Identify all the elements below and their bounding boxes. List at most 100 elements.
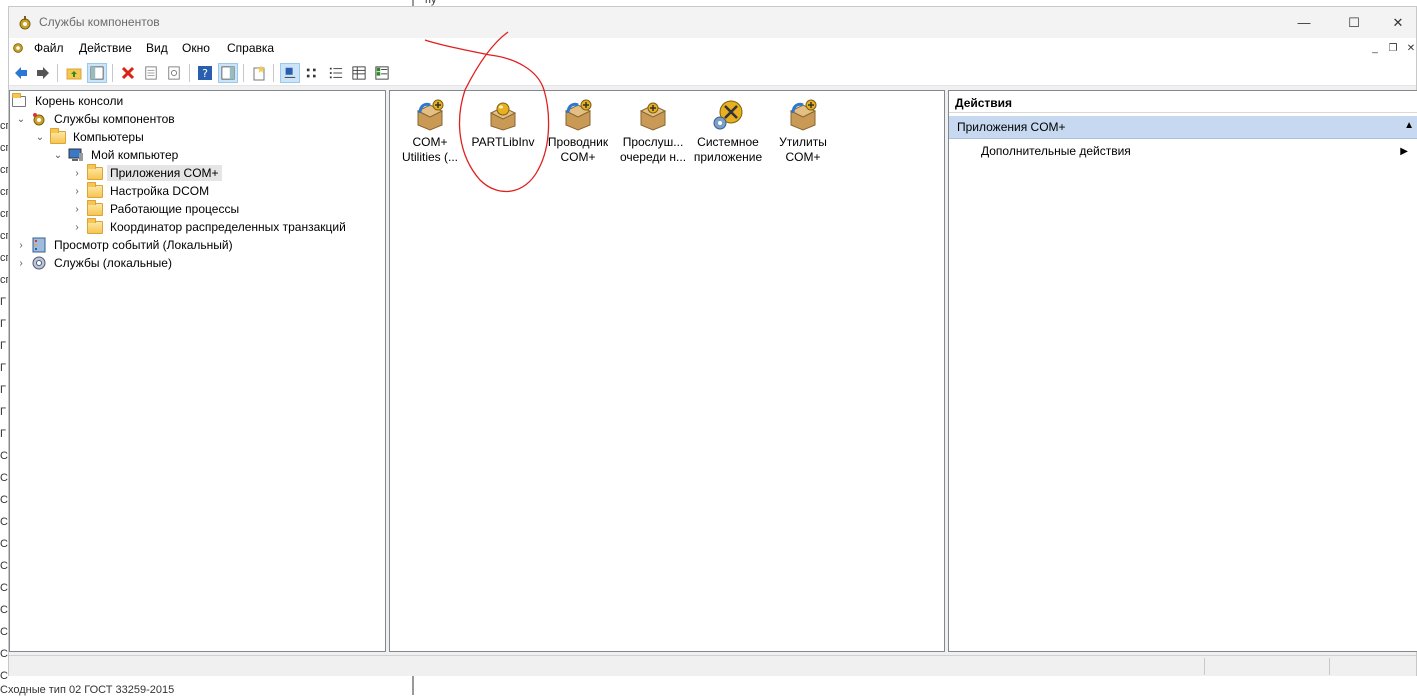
delete-button[interactable] <box>118 63 138 83</box>
mdi-minimize-button[interactable]: _ <box>1367 40 1383 58</box>
delete-x-icon <box>121 66 135 80</box>
component-services-icon <box>19 16 31 30</box>
com-app-box-icon <box>416 99 444 131</box>
com-app-item[interactable]: Утилиты COM+ <box>764 99 842 165</box>
menu-bar: Файл Действие Вид Окно Справка <box>9 38 1416 60</box>
svg-text:?: ? <box>202 67 208 80</box>
view-details-button[interactable] <box>349 63 369 83</box>
background-text-fragment: С <box>0 670 8 682</box>
chevron-down-icon[interactable]: ⌄ <box>15 114 27 125</box>
minimize-button[interactable]: — <box>1281 7 1327 38</box>
chevron-right-icon[interactable]: › <box>71 204 83 215</box>
background-text-fragment: сп <box>0 208 8 220</box>
background-text-fragment: Г <box>0 384 6 396</box>
tree-item-component-services[interactable]: ⌄ Службы компонентов <box>15 110 178 128</box>
view-list-button[interactable] <box>326 63 346 83</box>
menu-action[interactable]: Действие <box>79 41 132 55</box>
menu-view[interactable]: Вид <box>146 41 168 55</box>
chevron-down-icon[interactable]: ⌄ <box>34 132 46 143</box>
large-icons-icon <box>284 67 296 78</box>
services-gear-icon <box>32 256 46 270</box>
chevron-right-icon[interactable]: › <box>71 186 83 197</box>
more-actions-item[interactable]: Дополнительные действия ▶ <box>981 144 1411 158</box>
com-applications-view[interactable]: COM+ Utilities (... PARTLibInv Проводник C… <box>389 90 945 652</box>
folder-icon <box>87 200 103 217</box>
properties-button[interactable] <box>141 63 161 83</box>
menu-help[interactable]: Справка <box>227 41 274 55</box>
collapse-arrow-icon[interactable]: ▲ <box>1404 120 1414 131</box>
com-app-item[interactable]: COM+ Utilities (... <box>391 99 469 165</box>
chevron-down-icon[interactable]: ⌄ <box>52 150 64 161</box>
background-window-left: спспспспспспспспГГГГГГГССССССССССС <box>0 0 8 695</box>
background-text-fragment: С <box>0 472 8 484</box>
tree-item-console-root[interactable]: Корень консоли <box>12 92 126 110</box>
help-button[interactable]: ? <box>195 63 215 83</box>
tree-item-services-local[interactable]: › Службы (локальные) <box>15 254 175 272</box>
background-text-fragment: С <box>0 494 8 506</box>
menu-file[interactable]: Файл <box>34 41 64 55</box>
component-services-window: Службы компонентов — ☐ ✕ Файл Действие В… <box>8 6 1417 676</box>
chevron-right-icon[interactable]: › <box>15 240 27 251</box>
background-text-fragment: сп <box>0 186 8 198</box>
actions-section-com-applications[interactable]: Приложения COM+ ▲ <box>949 116 1417 139</box>
view-small-icons-button[interactable] <box>303 63 323 83</box>
tree-item-event-viewer[interactable]: › Просмотр событий (Локальный) <box>15 236 236 254</box>
com-app-item[interactable]: Прослуш... очереди н... <box>614 99 692 165</box>
tree-item-my-computer[interactable]: ⌄ Мой компьютер <box>52 146 181 164</box>
background-text-fragment: С <box>0 648 8 660</box>
title-bar[interactable]: Службы компонентов — ☐ ✕ <box>9 7 1416 38</box>
chevron-right-icon[interactable]: › <box>71 222 83 233</box>
view-custom-button[interactable] <box>372 63 392 83</box>
show-hide-actions-button[interactable] <box>218 63 238 83</box>
chevron-right-icon[interactable]: › <box>71 168 83 179</box>
background-text-fragment: С <box>0 626 8 638</box>
tree-item-computers[interactable]: ⌄ Компьютеры <box>34 128 147 146</box>
up-level-button[interactable] <box>64 63 84 83</box>
menu-icon[interactable] <box>11 41 25 58</box>
submenu-arrow-icon: ▶ <box>1400 146 1408 157</box>
com-app-item-partlibinv[interactable]: PARTLibInv <box>464 99 542 150</box>
background-text-fragment: сп <box>0 230 8 242</box>
refresh-icon <box>168 66 180 80</box>
show-hide-tree-button[interactable] <box>87 63 107 83</box>
background-text-fragment: Г <box>0 340 6 352</box>
close-button[interactable]: ✕ <box>1375 7 1417 38</box>
event-viewer-icon <box>32 237 46 253</box>
forward-button[interactable] <box>33 63 53 83</box>
background-text-fragment: сп <box>0 252 8 264</box>
console-tree-icon <box>90 66 104 80</box>
menu-window[interactable]: Окно <box>182 41 210 55</box>
tree-item-com-applications[interactable]: › Приложения COM+ <box>71 164 222 182</box>
background-text-fragment: С <box>0 560 8 572</box>
background-text-fragment: Г <box>0 362 6 374</box>
com-app-item[interactable]: Проводник COM+ <box>539 99 617 165</box>
tree-item-running-processes[interactable]: › Работающие процессы <box>71 200 242 218</box>
maximize-button[interactable]: ☐ <box>1331 7 1377 38</box>
mdi-restore-button[interactable]: ❐ <box>1385 40 1401 58</box>
back-arrow-icon <box>15 67 27 79</box>
com-app-box-icon <box>639 102 667 131</box>
status-view-icon <box>375 66 389 80</box>
system-app-icon <box>713 100 743 130</box>
refresh-button[interactable] <box>164 63 184 83</box>
background-text-bottom: Сходные тип 02 ГОСТ 33259-2015 <box>0 684 175 696</box>
chevron-right-icon[interactable]: › <box>15 258 27 269</box>
view-large-icons-button[interactable] <box>280 63 300 83</box>
mdi-close-button[interactable]: ✕ <box>1403 40 1417 58</box>
com-app-item[interactable]: Системное приложение <box>689 99 767 165</box>
console-tree[interactable]: Корень консоли ⌄ Службы компонентов ⌄ Ко… <box>9 90 386 652</box>
actions-pane: Действия Приложения COM+ ▲ Дополнительны… <box>948 90 1417 652</box>
new-item-button[interactable] <box>249 63 269 83</box>
back-button[interactable] <box>11 63 31 83</box>
help-icon: ? <box>198 66 212 80</box>
folder-icon <box>50 128 66 145</box>
list-view-icon <box>329 67 343 79</box>
tree-item-dcom-config[interactable]: › Настройка DCOM <box>71 182 212 200</box>
folder-icon <box>12 93 28 109</box>
background-text-fragment: сп <box>0 164 8 176</box>
background-text-fragment: Г <box>0 428 6 440</box>
component-services-icon <box>33 113 45 126</box>
toolbar: ? <box>9 60 1416 86</box>
tree-item-dtc[interactable]: › Координатор распределенных транзакций <box>71 218 349 236</box>
action-pane-icon <box>221 66 235 80</box>
